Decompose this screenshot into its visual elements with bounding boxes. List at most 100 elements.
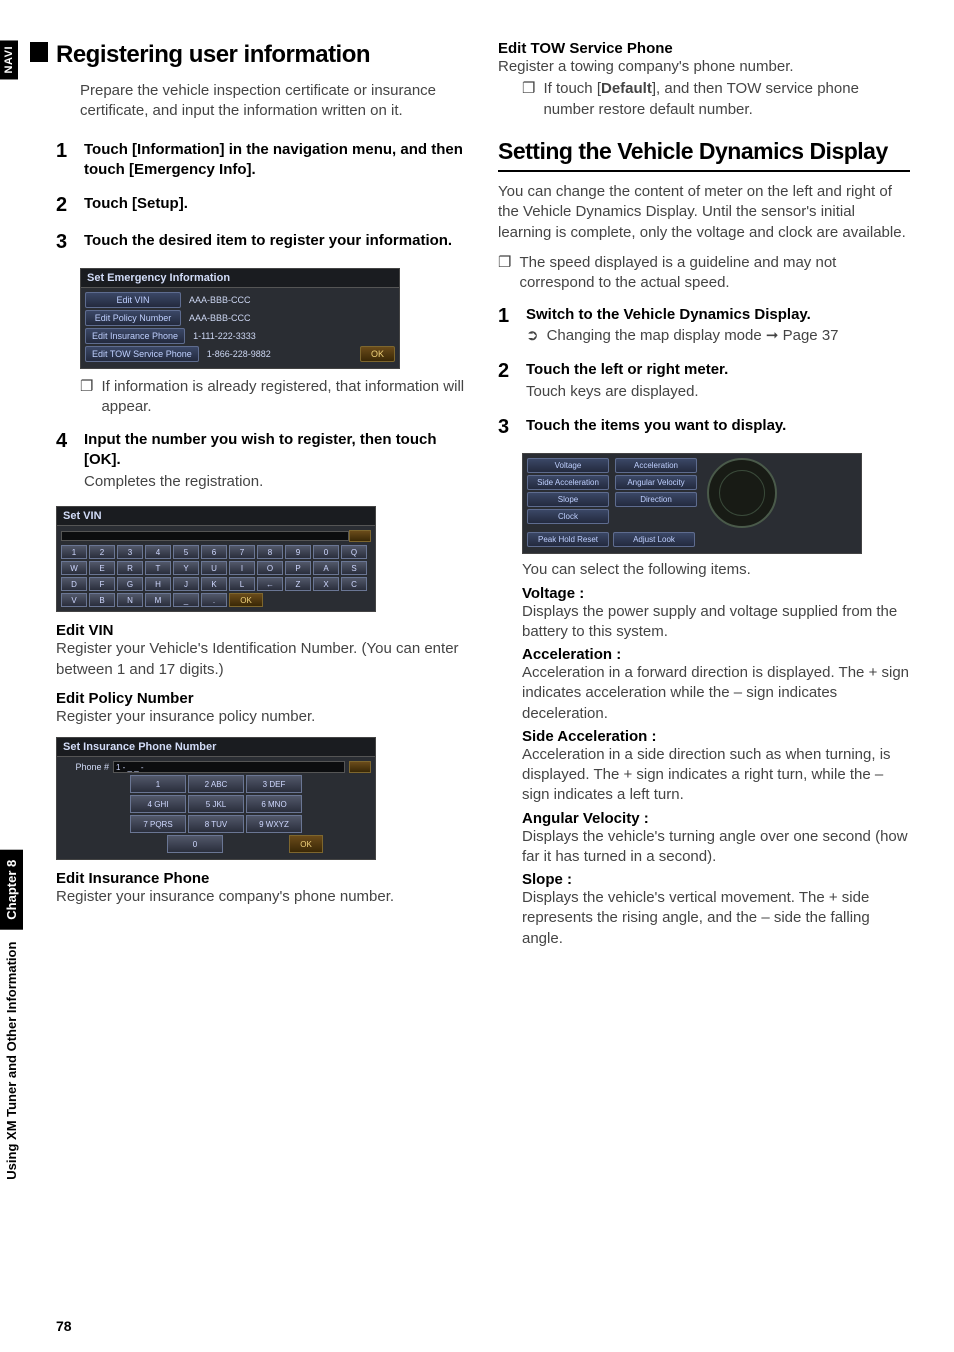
scr1-val-ins: 1-111-222-3333 (189, 331, 256, 341)
note-icon: ❐ (522, 79, 535, 120)
r-step-num-1: 1 (498, 305, 526, 346)
kb-key: C (341, 577, 367, 591)
def-voltage-t: Displays the power supply and voltage su… (522, 602, 910, 643)
step-num-4: 4 (56, 430, 84, 493)
kb-key: S (341, 561, 367, 575)
scr3-input: 1 - _ _ - (113, 761, 345, 773)
scr1-title: Set Emergency Information (81, 269, 399, 288)
phonepad-key: 8 TUV (188, 815, 244, 833)
dyn-btn: Voltage (527, 458, 609, 473)
section-bullet (30, 42, 48, 62)
kb-key: 1 (61, 545, 87, 559)
scr3-keypad: 12 ABC3 DEF4 GHI5 JKL6 MNO7 PQRS8 TUV9 W… (61, 775, 371, 853)
scr1-btn-vin: Edit VIN (85, 292, 181, 308)
screenshot-set-phone: Set Insurance Phone Number Phone # 1 - _… (56, 737, 376, 860)
scr3-backspace-icon (349, 761, 371, 773)
dyn-adjust-look: Adjust Look (613, 532, 695, 547)
phonepad-ok: OK (289, 835, 323, 853)
dyn-btn: Side Acceleration (527, 475, 609, 490)
step-4: 4 Input the number you wish to register,… (56, 430, 468, 493)
kb-key: 0 (313, 545, 339, 559)
r-step-num-2: 2 (498, 360, 526, 403)
section-title-dynamics: Setting the Vehicle Dynamics Display (498, 138, 910, 164)
kb-key: 4 (145, 545, 171, 559)
kb-key: N (117, 593, 143, 607)
tow-default-note: ❐ If touch [Default], and then TOW servi… (522, 79, 910, 120)
r-step-num-3: 3 (498, 416, 526, 439)
kb-key: B (89, 593, 115, 607)
scr2-input (61, 531, 349, 541)
screenshot-dynamics-picker: VoltageSide AccelerationSlopeClock Accel… (522, 453, 862, 554)
scr2-title: Set VIN (57, 507, 375, 526)
subhead-edit-ins-phone: Edit Insurance Phone (56, 870, 468, 887)
step-4-text: Input the number you wish to register, t… (84, 430, 468, 471)
scr2-backspace-icon (349, 530, 371, 542)
dyn-btn: Slope (527, 492, 609, 507)
subhead-edit-tow: Edit TOW Service Phone (498, 40, 910, 57)
note-icon: ❐ (80, 377, 93, 418)
kb-key: L (229, 577, 255, 591)
scr1-btn-ins: Edit Insurance Phone (85, 328, 185, 344)
kb-key: ← (257, 577, 283, 591)
def-voltage-h: Voltage : (522, 585, 910, 602)
dyn-btn: Acceleration (615, 458, 697, 473)
r-step1-text: Switch to the Vehicle Dynamics Display. (526, 305, 839, 325)
kb-key: O (257, 561, 283, 575)
step-3-text: Touch the desired item to register your … (84, 231, 452, 254)
def-ang-h: Angular Velocity : (522, 810, 910, 827)
kb-key: 3 (117, 545, 143, 559)
scr3-title: Set Insurance Phone Number (57, 738, 375, 757)
step-2: 2 Touch [Setup]. (56, 194, 468, 217)
kb-key: V (61, 593, 87, 607)
def-side-h: Side Acceleration : (522, 728, 910, 745)
phonepad-key: 3 DEF (246, 775, 302, 793)
dyn-gauge-icon (707, 458, 777, 528)
subhead-edit-policy: Edit Policy Number (56, 690, 468, 707)
dyn-peak-hold: Peak Hold Reset (527, 532, 609, 547)
dynamics-intro: You can change the content of meter on t… (498, 182, 910, 243)
note-text: If information is already registered, th… (101, 377, 468, 418)
kb-key: Z (285, 577, 311, 591)
phonepad-key: 4 GHI (130, 795, 186, 813)
kb-key: 6 (201, 545, 227, 559)
dyn-left-col: VoltageSide AccelerationSlopeClock (527, 458, 609, 528)
scr1-val-tow: 1-866-228-9882 (203, 349, 271, 359)
r-step1-link-text: Changing the map display mode ➞ Page 37 (547, 326, 839, 346)
r-step-2: 2 Touch the left or right meter. Touch k… (498, 360, 910, 403)
scr1-ok: OK (360, 346, 395, 362)
kb-key: U (201, 561, 227, 575)
left-column: Registering user information Prepare the… (56, 36, 468, 1280)
kb-key: D (61, 577, 87, 591)
side-tab-navi: NAVI (0, 40, 18, 79)
phonepad-key: 5 JKL (188, 795, 244, 813)
scr3-label: Phone # (61, 762, 109, 772)
step-3: 3 Touch the desired item to register you… (56, 231, 468, 254)
kb-key: 8 (257, 545, 283, 559)
def-slope-h: Slope : (522, 871, 910, 888)
r-step3-text: Touch the items you want to display. (526, 416, 786, 439)
rule (498, 170, 910, 172)
phonepad-key: 7 PQRS (130, 815, 186, 833)
r-step2-sub: Touch keys are displayed. (526, 382, 728, 402)
kb-key: X (313, 577, 339, 591)
kb-key: K (201, 577, 227, 591)
kb-key: J (173, 577, 199, 591)
subtext-edit-vin: Register your Vehicle's Identification N… (56, 639, 468, 680)
step-num-2: 2 (56, 194, 84, 217)
step-num-1: 1 (56, 140, 84, 181)
kb-key: R (117, 561, 143, 575)
kb-key: G (117, 577, 143, 591)
scr2-keygrid: 1234567890QWERTYUIOPASDFGHJKL←ZXCVBNM_.O… (61, 545, 371, 607)
kb-key: W (61, 561, 87, 575)
kb-key: I (229, 561, 255, 575)
kb-key: Q (341, 545, 367, 559)
side-chapter-label: Chapter 8 (0, 850, 23, 930)
def-accel-t: Acceleration in a forward direction is d… (522, 663, 910, 724)
step-1-text: Touch [Information] in the navigation me… (84, 140, 468, 181)
r-step-3: 3 Touch the items you want to display. (498, 416, 910, 439)
kb-ok-key: OK (229, 593, 263, 607)
dyn-btn: Direction (615, 492, 697, 507)
subhead-edit-vin: Edit VIN (56, 622, 468, 639)
dyn-btn: Angular Velocity (615, 475, 697, 490)
scr1-btn-tow: Edit TOW Service Phone (85, 346, 199, 362)
